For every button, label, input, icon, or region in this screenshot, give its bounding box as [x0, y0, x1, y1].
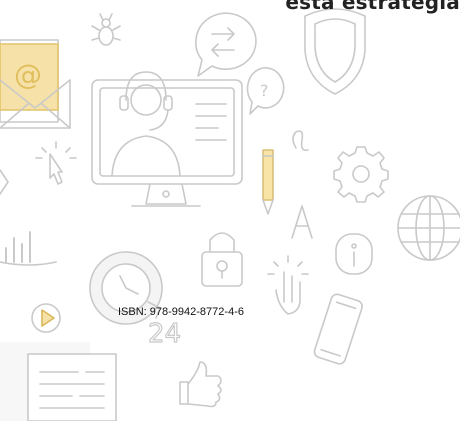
shield-icon — [304, 8, 366, 95]
globe-icon — [397, 195, 460, 261]
clock-24h-icon: 24 — [89, 251, 182, 350]
hand-tap-icon — [267, 255, 309, 315]
document-icon — [0, 342, 117, 421]
support-agent-monitor-icon — [91, 71, 243, 207]
isbn-label: ISBN: 978-9942-8772-4-6 — [118, 306, 244, 318]
arrow-decoration — [0, 169, 9, 195]
svg-text:?: ? — [260, 81, 269, 100]
question-bubble-icon: ? — [246, 67, 285, 115]
play-button-icon — [31, 303, 61, 333]
bug-icon — [91, 13, 121, 46]
svg-text:@: @ — [14, 58, 42, 91]
cursor-click-icon — [35, 141, 77, 185]
envelope-icon: @ — [0, 39, 71, 129]
thumbs-up-icon — [179, 361, 222, 408]
page-title: esta estrategia — [285, 0, 460, 14]
info-icon — [335, 233, 373, 275]
book-cover-fragment: @ ? 24 esta estrategia ISBN: 978-9942-87… — [0, 0, 460, 421]
bar-chart-icon — [0, 231, 57, 266]
padlock-icon — [201, 232, 243, 287]
squiggle-decoration — [292, 130, 309, 152]
pencil-icon — [262, 149, 274, 215]
svg-text:24: 24 — [148, 319, 181, 349]
chat-bubble-icon — [195, 12, 257, 77]
letter-a-icon — [291, 205, 313, 239]
doodle-illustration: @ ? 24 — [0, 8, 460, 421]
gear-icon — [333, 146, 389, 203]
smartphone-icon — [313, 293, 363, 365]
